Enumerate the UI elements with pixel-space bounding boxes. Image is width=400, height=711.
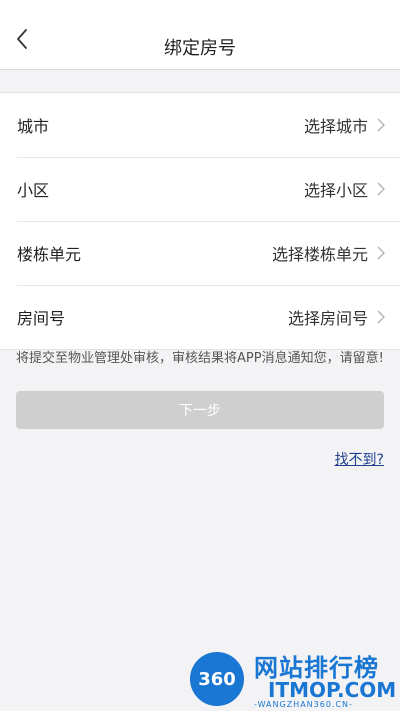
city-selector[interactable]: 城市 选择城市 (0, 93, 400, 157)
cant-find-link[interactable]: 找不到? (335, 449, 384, 469)
community-value: 选择小区 (303, 181, 368, 200)
room-number-selector[interactable]: 房间号 选择房间号 (0, 285, 400, 349)
community-selector[interactable]: 小区 选择小区 (0, 157, 400, 221)
room-number-value: 选择房间号 (287, 309, 368, 328)
review-notice: 将提交至物业管理处审核，审核结果将APP消息通知您，请留意! (16, 351, 384, 366)
room-number-label: 房间号 (17, 309, 66, 328)
community-label: 小区 (17, 181, 50, 200)
chevron-right-icon (376, 117, 386, 133)
chevron-right-icon (376, 181, 386, 197)
watermark-url: -WANGZHAN360.CN- (254, 700, 353, 709)
watermark-subtitle: ITMOP.COM (268, 678, 397, 702)
watermark-badge: 360 (190, 652, 244, 706)
watermark-logo: 360 网站排行榜 ITMOP.COM -WANGZHAN360.CN- (190, 648, 397, 709)
city-label: 城市 (17, 117, 50, 136)
bind-room-screen: 绑定房号 城市 选择城市 小区 选择小区 楼栋单元 选择楼栋单元 房间号 选择房… (0, 0, 400, 711)
chevron-right-icon (376, 309, 386, 325)
building-unit-value: 选择楼栋单元 (271, 245, 368, 264)
city-value: 选择城市 (303, 117, 368, 136)
next-step-button[interactable]: 下一步 (16, 391, 384, 429)
navigation-bar: 绑定房号 (0, 0, 400, 70)
chevron-right-icon (376, 245, 386, 261)
building-unit-selector[interactable]: 楼栋单元 选择楼栋单元 (0, 221, 400, 285)
page-title: 绑定房号 (164, 38, 236, 59)
building-unit-label: 楼栋单元 (17, 245, 82, 264)
room-binding-form: 城市 选择城市 小区 选择小区 楼栋单元 选择楼栋单元 房间号 选择房间号 (0, 92, 400, 350)
